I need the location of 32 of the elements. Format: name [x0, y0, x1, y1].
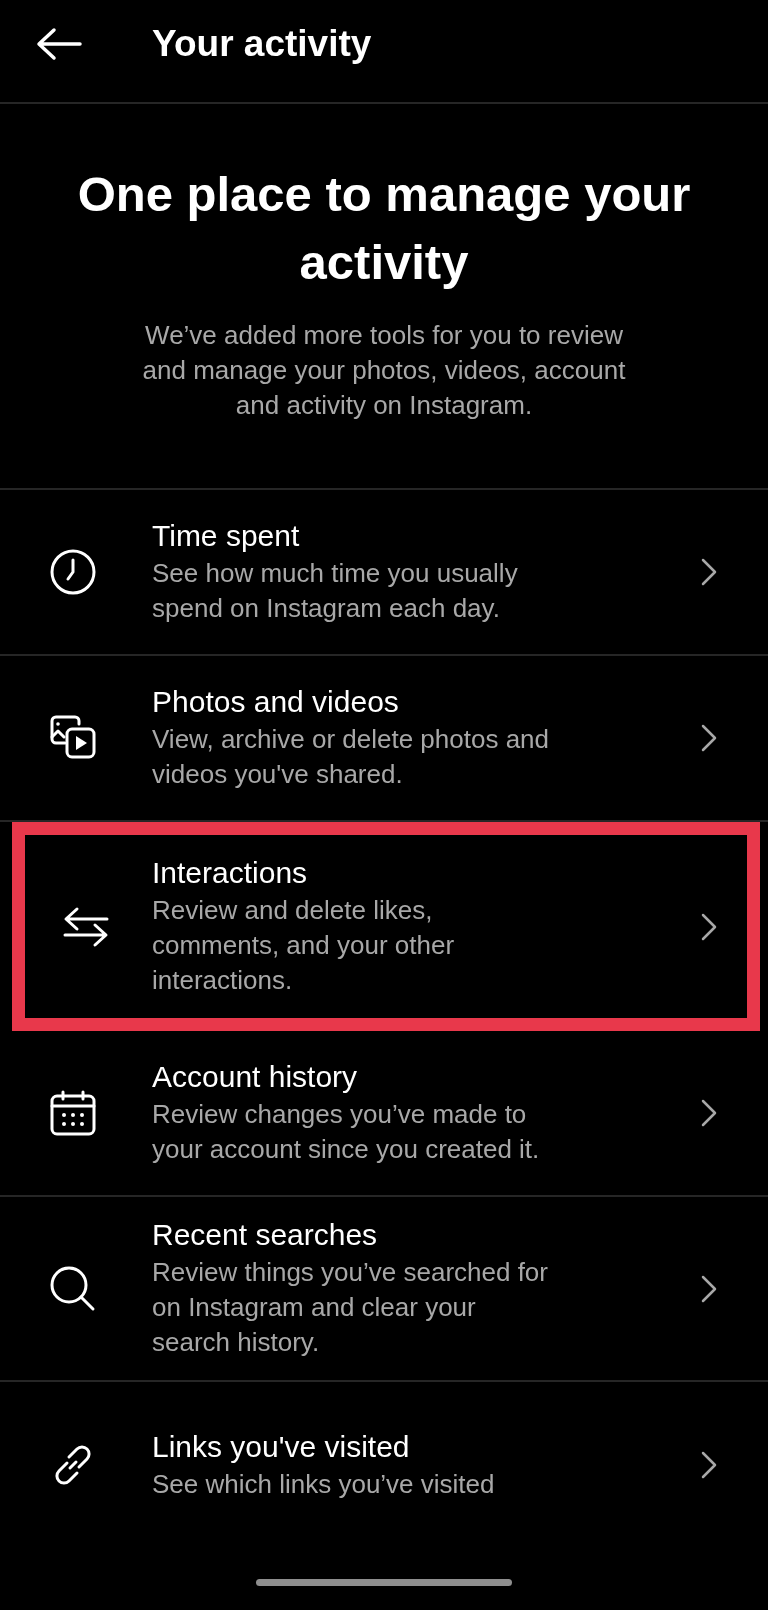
calendar-icon [49, 1089, 97, 1137]
item-description: Review changes you’ve made to your account since you created it. [152, 1098, 541, 1166]
item-description: View, archive or delete photos and videos you've shared. [152, 723, 550, 791]
menu-row[interactable]: Recent searches Review things you’ve searched for on Instagram and clear your search history. [0, 1197, 768, 1382]
photo-video-icon [49, 714, 97, 762]
menu-row[interactable]: Links you've visited See which links you’ve visited [0, 1382, 768, 1548]
search-icon [49, 1264, 97, 1313]
item-description: Review things you’ve searched for on Instagram and clear your search history. [152, 1256, 549, 1359]
menu-row[interactable]: Time spent See how much time you usually spend on Instagram each day. [0, 490, 768, 656]
item-title: Account history [152, 1059, 359, 1095]
item-description: See how much time you usually spend on Instagram each day. [152, 557, 519, 625]
item-description: Review and delete likes, comments, and your other interactions. [152, 894, 456, 997]
item-title: Interactions [152, 855, 309, 891]
item-title: Photos and videos [152, 684, 400, 720]
chevron-right-icon [700, 557, 718, 587]
back-button[interactable] [34, 26, 84, 62]
menu-row[interactable]: Account history Review changes you’ve made to your account since you created it. [0, 1031, 768, 1197]
clock-icon [49, 548, 97, 596]
chevron-right-icon [700, 723, 718, 753]
menu-row[interactable]: Photos and videos View, archive or delete photos and videos you've shared. [0, 656, 768, 822]
highlighted-menu-row[interactable]: Interactions Review and delete likes, comments, and your other interactions. [12, 822, 760, 1031]
intro-text: We’ve added more tools for you to review and manage your photos, videos, account and activity on Instagram. [141, 319, 627, 422]
item-title: Links you've visited [152, 1428, 411, 1465]
screen-title: Your activity [152, 23, 372, 65]
item-title: Recent searches [152, 1217, 379, 1253]
item-title: Time spent [152, 518, 301, 554]
chevron-right-icon [700, 1098, 718, 1128]
chevron-right-icon [700, 911, 718, 942]
intro-heading: One place to manage your activity [76, 166, 692, 291]
chevron-right-icon [700, 1450, 718, 1480]
item-description: See which links you’ve visited [152, 1467, 496, 1501]
chevron-right-icon [700, 1273, 718, 1304]
